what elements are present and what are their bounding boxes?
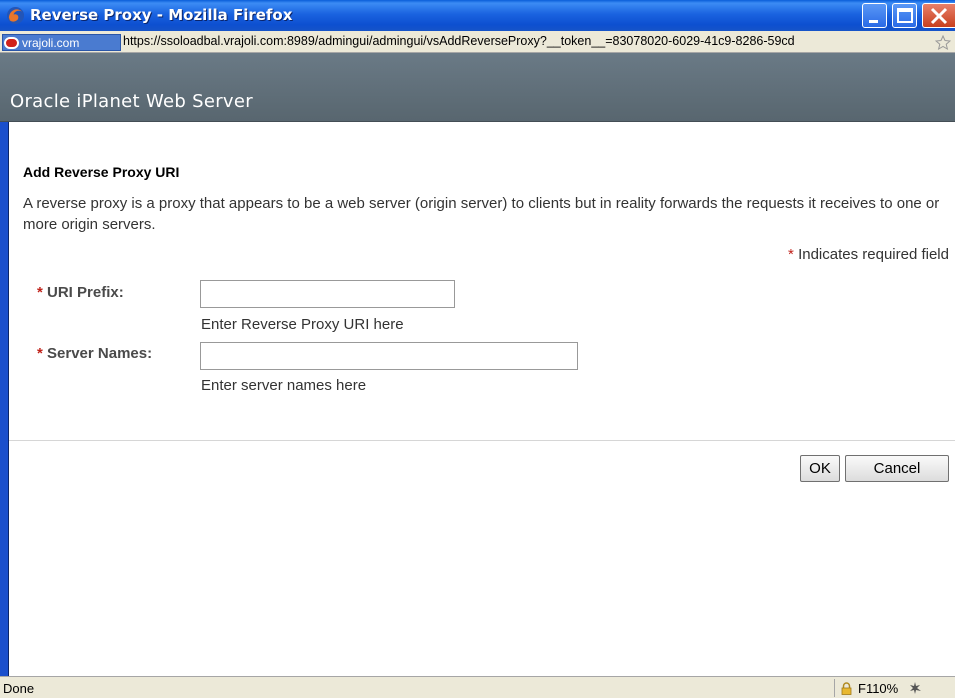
oracle-icon [4, 36, 19, 49]
window-title: Reverse Proxy - Mozilla Firefox [30, 6, 293, 24]
window-frame-left [0, 122, 9, 676]
server-names-label: * Server Names: [37, 345, 152, 362]
firefox-icon [6, 6, 25, 25]
status-bar: Done F110% [0, 676, 955, 698]
uri-prefix-input[interactable] [200, 280, 455, 308]
zoom-level[interactable]: F110% [858, 681, 898, 696]
uri-prefix-help: Enter Reverse Proxy URI here [201, 316, 404, 333]
required-note-text: Indicates required field [798, 246, 949, 263]
close-button[interactable] [922, 3, 955, 28]
app-header: Oracle iPlanet Web Server [0, 53, 955, 122]
site-identity-button[interactable]: vrajoli.com [2, 34, 121, 51]
close-icon [930, 7, 948, 25]
server-names-help: Enter server names here [201, 377, 367, 394]
required-star: * [788, 246, 794, 263]
status-indicators: F110% [834, 679, 955, 697]
uri-prefix-label-text: URI Prefix: [47, 284, 124, 301]
divider [9, 440, 955, 441]
bookmark-star-icon[interactable] [935, 35, 951, 50]
address-bar[interactable]: vrajoli.com https://ssoloadbal.vrajoli.c… [0, 31, 955, 53]
status-text: Done [3, 681, 35, 696]
uri-prefix-label: * URI Prefix: [37, 284, 124, 301]
addon-icon[interactable] [908, 681, 922, 695]
maximize-icon [897, 8, 913, 23]
minimize-button[interactable] [862, 3, 887, 28]
required-field-note: * Indicates required field [788, 246, 949, 263]
maximize-button[interactable] [892, 3, 917, 28]
site-identity-label: vrajoli.com [22, 35, 80, 50]
page-description: A reverse proxy is a proxy that appears … [23, 195, 940, 233]
minimize-icon [869, 20, 878, 23]
window-title-bar[interactable]: Reverse Proxy - Mozilla Firefox [0, 0, 955, 31]
server-names-input[interactable] [200, 342, 578, 370]
app-title: Oracle iPlanet Web Server [10, 91, 253, 112]
required-star: * [37, 284, 43, 301]
required-star: * [37, 345, 43, 362]
page-title: Add Reverse Proxy URI [23, 164, 180, 180]
server-names-label-text: Server Names: [47, 345, 153, 362]
lock-icon[interactable] [841, 681, 852, 695]
main-content: Add Reverse Proxy URI A reverse proxy is… [9, 122, 955, 676]
url-field[interactable]: https://ssoloadbal.vrajoli.com:8989/admi… [123, 34, 931, 48]
ok-button[interactable]: OK [800, 455, 840, 482]
cancel-button[interactable]: Cancel [845, 455, 949, 482]
